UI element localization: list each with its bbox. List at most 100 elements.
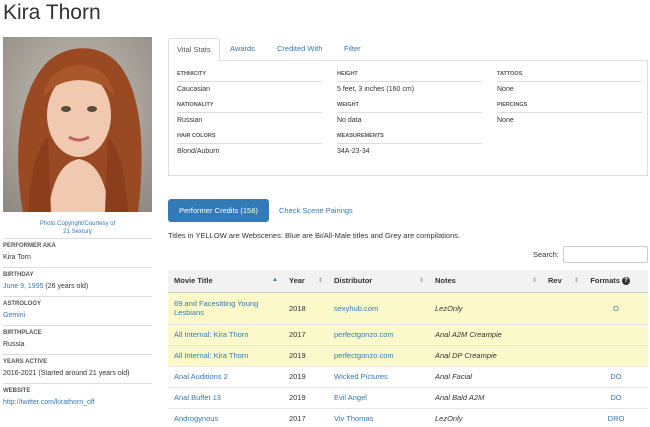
movie-title-link[interactable]: All Internal: Kira Thorn xyxy=(168,323,283,345)
rev-cell xyxy=(542,323,584,345)
year-cell: 2017 xyxy=(283,407,328,427)
stat-label: WEIGHT xyxy=(337,102,482,113)
stat-label: HAIR COLORS xyxy=(177,133,322,144)
col-distributor[interactable]: Distributor ⬍ xyxy=(328,270,429,293)
col-formats[interactable]: Formats ? xyxy=(584,270,648,293)
header-label: Notes xyxy=(435,276,456,286)
notes-cell: Anal Bald A2M xyxy=(429,386,542,408)
distributor-cell: Evil Angel xyxy=(328,386,429,408)
table-row: All Internal: Kira Thorn 2017 perfectgon… xyxy=(168,323,648,345)
col-year[interactable]: Year ⬍ xyxy=(283,270,328,293)
movie-title-link[interactable]: Anal Buffet 13 xyxy=(168,386,283,408)
table-row: All Internal: Kira Thorn 2019 perfectgon… xyxy=(168,344,648,366)
stat-label: TATTOOS xyxy=(497,71,642,82)
movie-title-link[interactable]: Anal Auditions 2 xyxy=(168,365,283,387)
title-link[interactable]: Anal Auditions 2 xyxy=(174,372,228,381)
stats-col-1: ETHNICITY Caucasian NATIONALITY Russian … xyxy=(177,71,322,164)
stats-col-2: HEIGHT 5 feet, 3 inches (160 cm) WEIGHT … xyxy=(337,71,482,164)
formats-cell[interactable] xyxy=(584,323,648,345)
bio-value: http://twitter.com/kirathorn_off xyxy=(3,396,152,412)
astrology-link[interactable]: Gemini xyxy=(3,312,25,319)
bio-value: Gemini xyxy=(3,309,152,325)
tab-credited-with[interactable]: Credited With xyxy=(269,38,330,61)
photo-credit[interactable]: Photo Copyright/Courtesy of 21 Sextury xyxy=(3,220,152,236)
bio-website: WEBSITE http://twitter.com/kirathorn_off xyxy=(3,383,152,412)
formats-cell[interactable]: DO xyxy=(584,386,648,408)
scene-pairings-link[interactable]: Check Scene Pairings xyxy=(279,206,353,215)
notes-cell: Anal DP Creampie xyxy=(429,344,542,366)
bio-label: ASTROLOGY xyxy=(3,301,42,307)
header-label: Distributor xyxy=(334,276,373,286)
distributor-link[interactable]: Evil Angel xyxy=(334,393,367,402)
search-input[interactable] xyxy=(563,246,648,263)
year-cell: 2017 xyxy=(283,323,328,345)
col-rev[interactable]: Rev ⬍ xyxy=(542,270,584,293)
tab-filter[interactable]: Filter xyxy=(336,38,369,61)
photo-credit-line1: Photo Copyright/Courtesy of xyxy=(39,221,116,227)
stat-label: NATIONALITY xyxy=(177,102,322,113)
formats-cell[interactable]: DO xyxy=(584,365,648,387)
rev-cell xyxy=(542,344,584,366)
help-icon[interactable]: ? xyxy=(622,277,630,286)
movie-title-link[interactable]: All Internal: Kira Thorn xyxy=(168,344,283,366)
tab-vital-stats[interactable]: Vital Stats xyxy=(168,38,220,62)
distributor-link[interactable]: sexyhub.com xyxy=(334,304,378,313)
col-movie-title[interactable]: Movie Title ▲ xyxy=(168,270,283,293)
birthday-link[interactable]: June 9, 1995 xyxy=(3,283,43,290)
stat-value: 34A-23-34 xyxy=(337,148,370,155)
sort-icon: ⬍ xyxy=(531,278,537,284)
performer-credits-button[interactable]: Performer Credits (158) xyxy=(168,199,269,222)
formats-cell[interactable] xyxy=(584,344,648,366)
bio-sidebar: PERFORMER AKA Kira Torn BIRTHDAY June 9,… xyxy=(3,238,152,412)
vital-stats-panel: ETHNICITY Caucasian NATIONALITY Russian … xyxy=(168,61,648,176)
bio-label: BIRTHPLACE xyxy=(3,330,42,336)
bio-aka: PERFORMER AKA Kira Torn xyxy=(3,238,152,267)
stat-value: None xyxy=(497,117,514,124)
sort-icon: ⬍ xyxy=(573,278,579,284)
stat-value: No data xyxy=(337,117,362,124)
header-label: Rev xyxy=(548,276,562,286)
movie-title-link[interactable]: Androgynous xyxy=(168,407,283,427)
col-notes[interactable]: Notes ⬍ xyxy=(429,270,542,293)
sort-icon: ⬍ xyxy=(418,278,424,284)
stat-value: Blond/Auburn xyxy=(177,148,220,155)
bio-astrology: ASTROLOGY Gemini xyxy=(3,296,152,325)
distributor-link[interactable]: Wicked Pictures xyxy=(334,372,388,381)
table-row: Androgynous 2017 Viv Thomas LezOnly DRO xyxy=(168,407,648,427)
title-link[interactable]: All Internal: Kira Thorn xyxy=(174,330,248,339)
performer-photo xyxy=(3,37,152,212)
notes-cell: Anal Facial xyxy=(429,365,542,387)
distributor-link[interactable]: perfectgonzo.com xyxy=(334,330,394,339)
bio-label: YEARS ACTIVE xyxy=(3,359,48,365)
age-text: (26 years old) xyxy=(43,283,89,290)
movie-title-link[interactable]: 69 and Facesitting Young Lesbians xyxy=(168,291,283,324)
bio-label: BIRTHDAY xyxy=(3,272,34,278)
distributor-cell: perfectgonzo.com xyxy=(328,323,429,345)
formats-cell[interactable]: O xyxy=(584,291,648,324)
rev-cell xyxy=(542,365,584,387)
tab-awards[interactable]: Awards xyxy=(222,38,263,61)
bio-value: Russia xyxy=(3,341,25,348)
title-link[interactable]: Anal Buffet 13 xyxy=(174,393,221,402)
title-link[interactable]: 69 and Facesitting Young Lesbians xyxy=(174,299,258,317)
stat-value: 5 feet, 3 inches (160 cm) xyxy=(337,86,415,93)
credits-table: Movie Title ▲ Year ⬍ Distributor ⬍ Notes ⬍ R… xyxy=(168,270,648,427)
year-cell: 2019 xyxy=(283,386,328,408)
title-link[interactable]: All Internal: Kira Thorn xyxy=(174,351,248,360)
table-row: Anal Auditions 2 2019 Wicked Pictures An… xyxy=(168,365,648,387)
stat-value: Russian xyxy=(177,117,203,124)
formats-cell[interactable]: DRO xyxy=(584,407,648,427)
bio-birthplace: BIRTHPLACE Russia xyxy=(3,325,152,354)
distributor-link[interactable]: perfectgonzo.com xyxy=(334,351,394,360)
distributor-cell: Wicked Pictures xyxy=(328,365,429,387)
bio-label: PERFORMER AKA xyxy=(3,243,56,249)
table-header-row: Movie Title ▲ Year ⬍ Distributor ⬍ Notes ⬍ R… xyxy=(168,270,648,293)
distributor-link[interactable]: Viv Thomas xyxy=(334,414,373,423)
title-link[interactable]: Androgynous xyxy=(174,414,218,423)
header-label: Movie Title xyxy=(174,276,213,286)
notes-cell: Anal A2M Creampie xyxy=(429,323,542,345)
year-cell: 2018 xyxy=(283,291,328,324)
stats-tabs: Vital Stats Awards Credited With Filter xyxy=(168,38,648,62)
website-link[interactable]: http://twitter.com/kirathorn_off xyxy=(3,399,95,406)
sort-asc-icon: ▲ xyxy=(272,277,278,283)
